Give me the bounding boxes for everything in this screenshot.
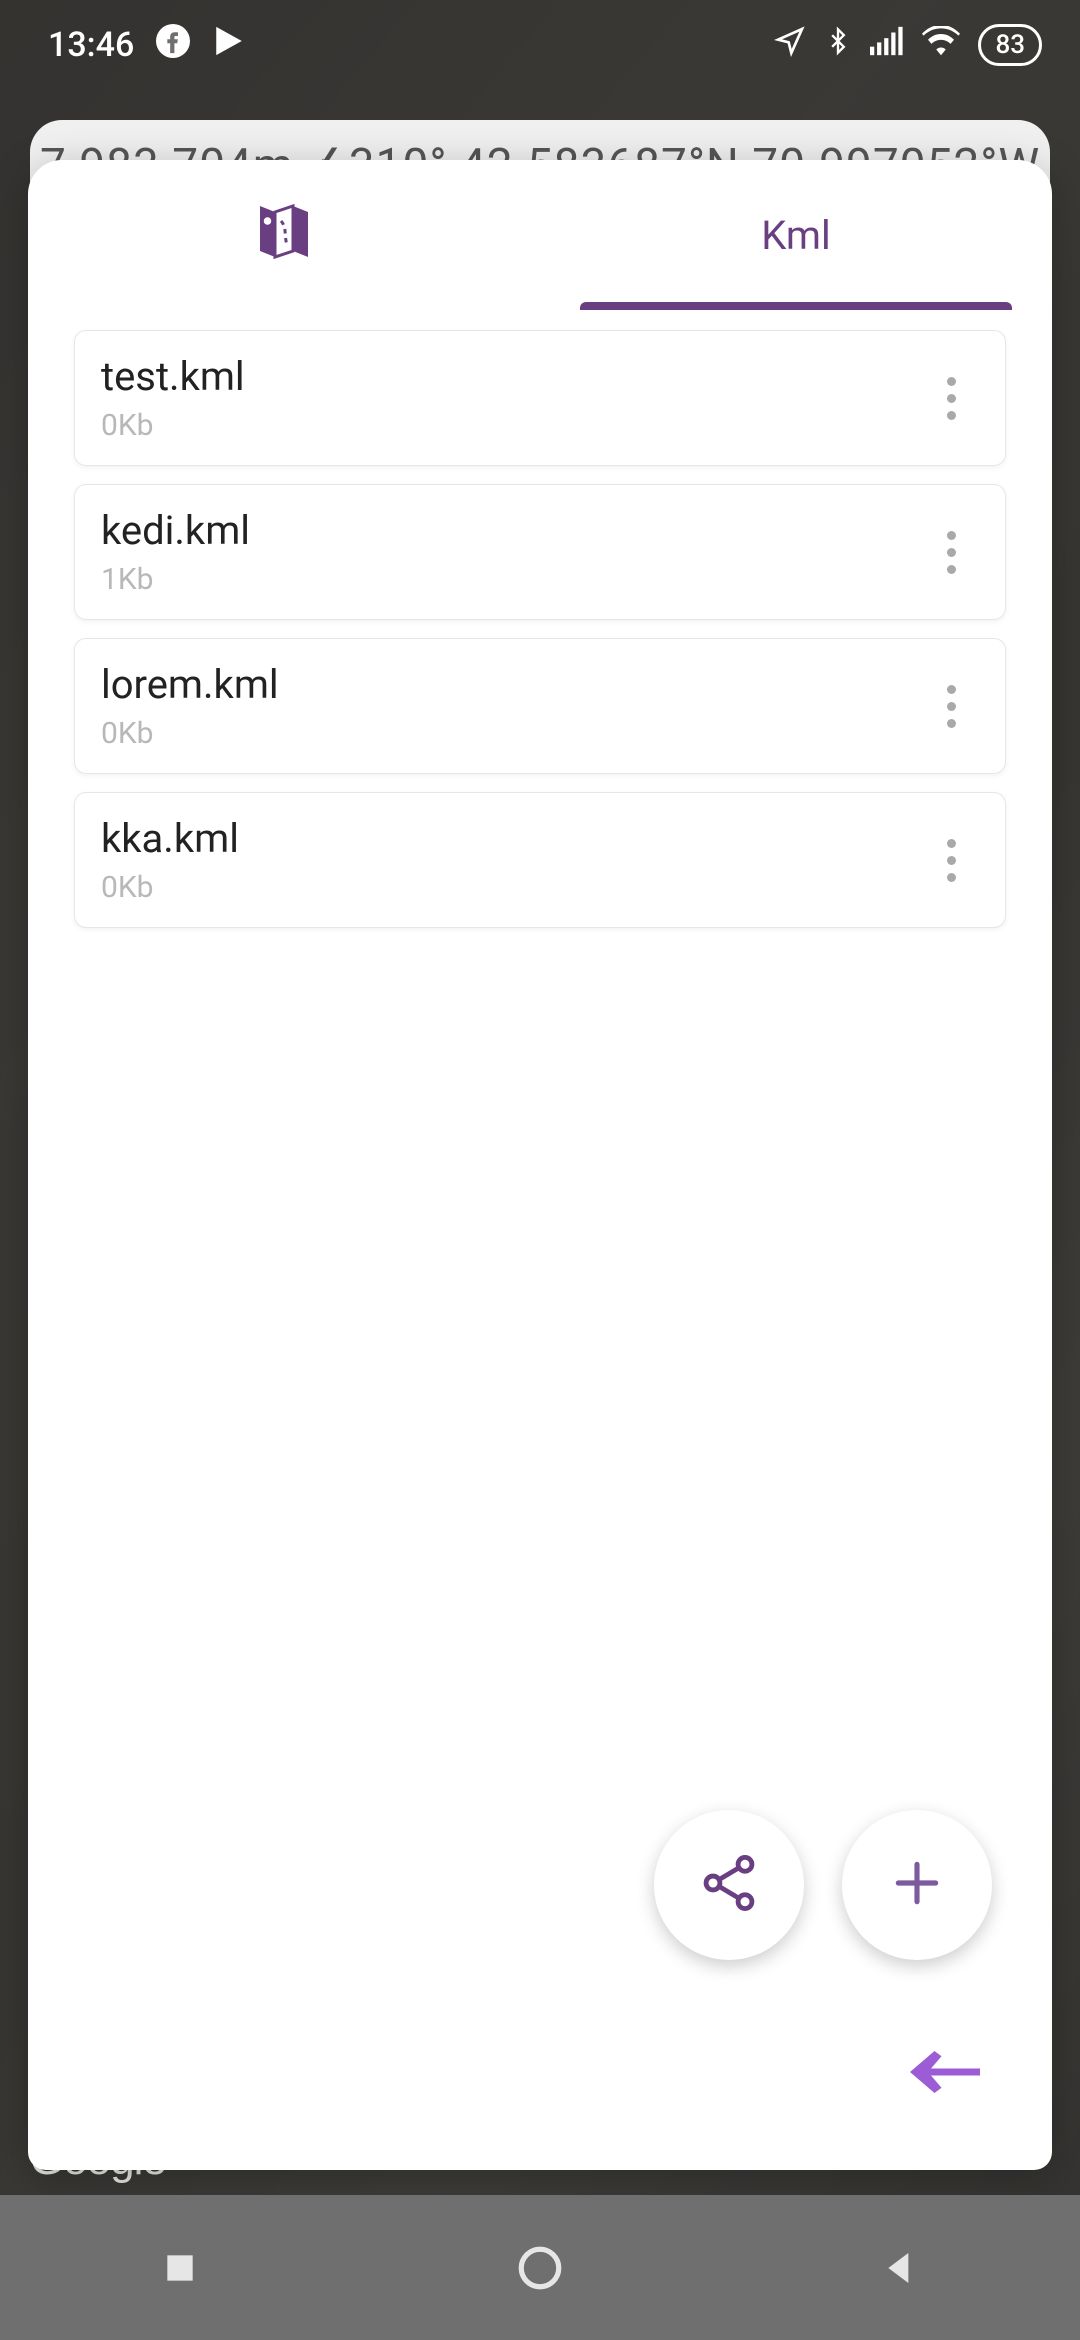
tab-map[interactable] [28, 160, 540, 310]
list-item[interactable]: kka.kml 0Kb [74, 792, 1006, 928]
wifi-icon [922, 25, 960, 65]
nav-home-button[interactable] [504, 2232, 576, 2304]
battery-indicator: 83 [978, 24, 1042, 66]
signal-icon [870, 25, 904, 65]
list-item[interactable]: kedi.kml 1Kb [74, 484, 1006, 620]
file-name: lorem.kml [101, 661, 279, 708]
add-button[interactable] [842, 1810, 992, 1960]
share-icon [697, 1851, 761, 1919]
play-icon [212, 24, 246, 67]
file-name: kedi.kml [101, 507, 250, 554]
plus-icon [889, 1855, 945, 1915]
status-time: 13:46 [48, 25, 134, 65]
file-size: 1Kb [101, 562, 250, 597]
file-name: kka.kml [101, 815, 239, 862]
more-menu-icon[interactable] [931, 531, 971, 574]
tabs: Kml [28, 160, 1052, 310]
status-bar: 13:46 83 [0, 0, 1080, 90]
share-button[interactable] [654, 1810, 804, 1960]
nav-back-button[interactable] [864, 2232, 936, 2304]
map-fold-icon [248, 194, 320, 276]
more-menu-icon[interactable] [931, 377, 971, 420]
facebook-icon [156, 24, 190, 67]
file-size: 0Kb [101, 716, 279, 751]
tab-kml-label: Kml [761, 212, 830, 259]
arrow-left-icon [910, 2081, 980, 2100]
more-menu-icon[interactable] [931, 839, 971, 882]
location-icon [774, 25, 806, 66]
list-item[interactable]: test.kml 0Kb [74, 330, 1006, 466]
tab-kml[interactable]: Kml [540, 160, 1052, 310]
list-item[interactable]: lorem.kml 0Kb [74, 638, 1006, 774]
file-name: test.kml [101, 353, 245, 400]
nav-recent-button[interactable] [144, 2232, 216, 2304]
file-size: 0Kb [101, 870, 239, 905]
file-size: 0Kb [101, 408, 245, 443]
more-menu-icon[interactable] [931, 685, 971, 728]
back-button[interactable] [910, 2048, 980, 2100]
kml-sheet: Kml test.kml 0Kb kedi.kml 1Kb lorem.kml … [28, 160, 1052, 2170]
android-nav-bar [0, 2195, 1080, 2340]
bluetooth-icon [824, 24, 852, 67]
